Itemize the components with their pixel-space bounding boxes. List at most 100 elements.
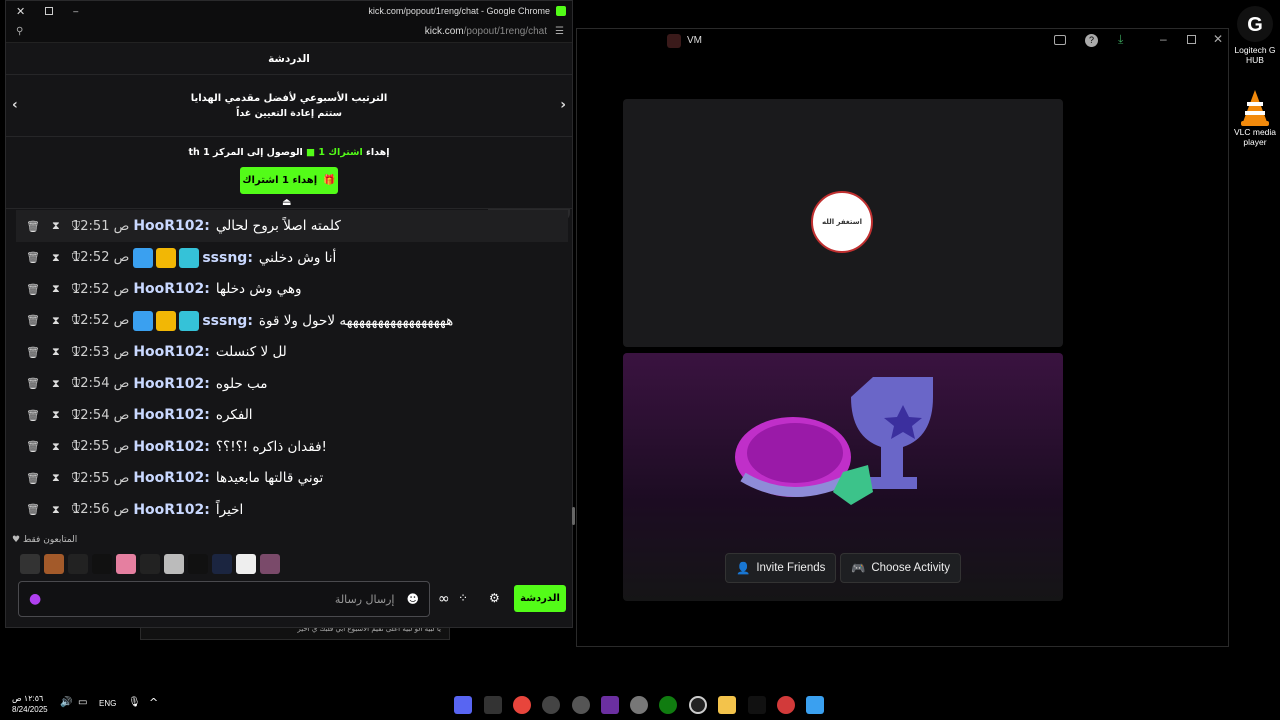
chat-message[interactable]: 🗑 ⧗ ⛉ ص 12:54 HooR102: مب حلوه bbox=[16, 368, 568, 400]
message-username[interactable]: HooR102: bbox=[133, 344, 210, 360]
chat-send-button[interactable]: الدردشة bbox=[514, 585, 566, 612]
inbox-icon[interactable] bbox=[1054, 35, 1066, 45]
volume-icon[interactable]: 🔊 bbox=[60, 697, 72, 708]
chevron-right-icon[interactable]: › bbox=[560, 97, 566, 113]
trash-icon[interactable]: 🗑 bbox=[26, 503, 40, 516]
timeout-icon[interactable]: ⧗ bbox=[52, 377, 60, 391]
gift-sub-button[interactable]: إهداء 1 اشتراك 🎁 bbox=[240, 167, 338, 194]
windows-start-icon[interactable] bbox=[806, 696, 824, 714]
emote[interactable] bbox=[68, 554, 88, 574]
message-username[interactable]: HooR102: bbox=[133, 502, 210, 518]
chat-message[interactable]: 🗑 ⧗ ⛉ ص 12:52 HooR102: وهي وش دخلها bbox=[16, 273, 568, 305]
app-icon[interactable] bbox=[777, 696, 795, 714]
message-username[interactable]: HooR102: bbox=[133, 439, 210, 455]
close-icon[interactable]: ✕ bbox=[16, 5, 25, 18]
chat-message[interactable]: 🗑 ⧗ ⛉ ص 12:52 sssng: هههههههههههههههههه لاحول… bbox=[16, 305, 568, 337]
message-username[interactable]: HooR102: bbox=[133, 407, 210, 423]
timeout-icon[interactable]: ⧗ bbox=[52, 251, 60, 265]
scrollbar-thumb[interactable] bbox=[572, 507, 575, 525]
app-icon[interactable] bbox=[572, 696, 590, 714]
trash-icon[interactable]: 🗑 bbox=[26, 377, 40, 390]
maximize-icon[interactable] bbox=[45, 7, 54, 15]
timeout-icon[interactable]: ⧗ bbox=[52, 503, 60, 517]
timeout-icon[interactable]: ⧗ bbox=[52, 314, 60, 328]
infinity-icon[interactable]: ∞ bbox=[438, 591, 450, 607]
app-icon[interactable] bbox=[542, 696, 560, 714]
emote[interactable] bbox=[44, 554, 64, 574]
trash-icon[interactable]: 🗑 bbox=[26, 409, 40, 422]
voice-participant-tile[interactable]: استغفر الله bbox=[623, 99, 1063, 347]
chat-message[interactable]: 🗑 ⧗ ⛉ ص 12:52 sssng: أنا وش دخلني bbox=[16, 242, 568, 274]
chat-message[interactable]: 🗑 ⧗ ⛉ ص 12:55 HooR102: !فقدان ذاكره !؟!؟؟ bbox=[16, 431, 568, 463]
help-icon[interactable]: ? bbox=[1085, 34, 1098, 47]
message-username[interactable]: HooR102: bbox=[133, 218, 210, 234]
chat-input[interactable]: ● إرسال رسالة ☻ bbox=[18, 581, 430, 617]
xbox-icon[interactable] bbox=[659, 696, 677, 714]
emote[interactable] bbox=[20, 554, 40, 574]
trash-icon[interactable]: 🗑 bbox=[26, 220, 40, 233]
trash-icon[interactable]: 🗑 bbox=[26, 472, 40, 485]
message-username[interactable]: HooR102: bbox=[133, 470, 210, 486]
download-icon[interactable]: ⤓ bbox=[1118, 32, 1123, 47]
emote[interactable] bbox=[140, 554, 160, 574]
trash-icon[interactable]: 🗑 bbox=[26, 440, 40, 453]
trash-icon[interactable]: 🗑 bbox=[26, 346, 40, 359]
dots-icon[interactable]: ⁘ bbox=[458, 591, 468, 605]
url-bar[interactable]: ⚲ kick.com /popout/1reng/chat ☰ bbox=[6, 21, 572, 43]
timeout-icon[interactable]: ⧗ bbox=[52, 440, 60, 454]
clock[interactable]: ١٢:٥٦ ص 8/24/2025 bbox=[12, 693, 48, 715]
collapse-icon[interactable]: ⏏ bbox=[282, 197, 291, 208]
site-info-icon[interactable]: ⚲ bbox=[16, 26, 23, 37]
app-icon[interactable] bbox=[748, 696, 766, 714]
settings-gear-icon[interactable]: ⚙ bbox=[489, 591, 500, 605]
chevron-left-icon[interactable]: ‹ bbox=[12, 97, 18, 113]
network-icon[interactable]: ▭ bbox=[78, 697, 87, 708]
chevron-up-icon[interactable]: ^ bbox=[149, 696, 158, 709]
message-username[interactable]: HooR102: bbox=[133, 281, 210, 297]
emote[interactable] bbox=[236, 554, 256, 574]
app-icon[interactable] bbox=[484, 696, 502, 714]
folder-icon[interactable] bbox=[718, 696, 736, 714]
language-indicator[interactable]: ENG bbox=[99, 699, 116, 708]
app-icon[interactable] bbox=[689, 696, 707, 714]
timeout-icon[interactable]: ⧗ bbox=[52, 408, 60, 422]
emoji-icon[interactable]: ☻ bbox=[406, 592, 419, 606]
timeout-icon[interactable]: ⧗ bbox=[52, 471, 60, 485]
settings-icon[interactable] bbox=[630, 696, 648, 714]
microphone-icon[interactable]: 🎙 bbox=[128, 697, 141, 708]
chat-message[interactable]: 🗑 ⧗ ⛉ ص 12:55 HooR102: توني قالتها مابعيدها bbox=[16, 462, 568, 494]
trash-icon[interactable]: 🗑 bbox=[26, 283, 40, 296]
emote[interactable] bbox=[188, 554, 208, 574]
nzxt-icon[interactable] bbox=[601, 696, 619, 714]
chrome-icon[interactable] bbox=[513, 696, 531, 714]
minimize-icon[interactable]: – bbox=[1160, 32, 1167, 46]
message-username[interactable]: sssng: bbox=[202, 313, 253, 329]
emote[interactable] bbox=[164, 554, 184, 574]
timeout-icon[interactable]: ⧗ bbox=[52, 282, 60, 296]
tune-icon[interactable]: ☰ bbox=[555, 26, 564, 37]
desktop-icon-vlc[interactable]: VLC media player bbox=[1227, 88, 1280, 147]
microphone-icon[interactable]: ● bbox=[29, 591, 41, 607]
maximize-icon[interactable] bbox=[1187, 35, 1196, 44]
chat-message[interactable]: 🗑 ⧗ ⛉ ص 12:56 HooR102: اخيراً bbox=[16, 494, 568, 526]
desktop-icon-logitech[interactable]: G Logitech G HUB bbox=[1227, 6, 1280, 65]
gift-icon: ■ bbox=[306, 147, 316, 158]
discord-icon[interactable] bbox=[454, 696, 472, 714]
timeout-icon[interactable]: ⧗ bbox=[52, 219, 60, 233]
trash-icon[interactable]: 🗑 bbox=[26, 314, 40, 327]
chat-message[interactable]: 🗑 ⧗ ⛉ ص 12:51 HooR102: كلمته اصلاً بروح لحالي bbox=[16, 210, 568, 242]
trash-icon[interactable]: 🗑 bbox=[26, 251, 40, 264]
message-username[interactable]: sssng: bbox=[202, 250, 253, 266]
minimize-icon[interactable]: – bbox=[73, 6, 78, 16]
choose-activity-button[interactable]: 🎮 Choose Activity bbox=[840, 553, 961, 583]
message-username[interactable]: HooR102: bbox=[133, 376, 210, 392]
chat-message[interactable]: 🗑 ⧗ ⛉ ص 12:53 HooR102: لل لا كنسلت bbox=[16, 336, 568, 368]
close-icon[interactable]: ✕ bbox=[1213, 32, 1223, 46]
emote[interactable] bbox=[92, 554, 112, 574]
emote[interactable] bbox=[116, 554, 136, 574]
emote[interactable] bbox=[212, 554, 232, 574]
timeout-icon[interactable]: ⧗ bbox=[52, 345, 60, 359]
chat-message[interactable]: 🗑 ⧗ ⛉ ص 12:54 HooR102: الفكره bbox=[16, 399, 568, 431]
emote[interactable] bbox=[260, 554, 280, 574]
invite-friends-button[interactable]: 👤 Invite Friends bbox=[725, 553, 837, 583]
